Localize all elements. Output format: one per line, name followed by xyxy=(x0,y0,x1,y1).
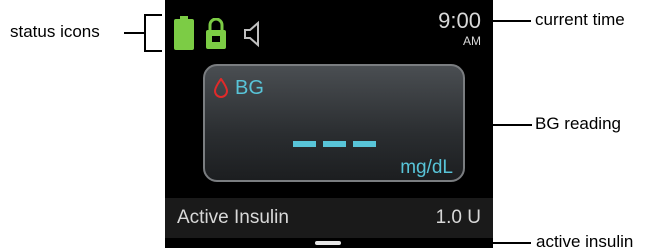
time-value: 9:00 xyxy=(438,8,481,33)
leader-line-active-insulin xyxy=(493,242,531,244)
bg-units: mg/dL xyxy=(400,157,453,178)
bg-dash-3 xyxy=(353,141,376,147)
status-bar: 9:00 AM xyxy=(165,0,493,58)
active-insulin-row[interactable]: Active Insulin 1.0 U xyxy=(165,198,493,238)
bracket-status-bottom xyxy=(144,50,162,52)
active-insulin-value: 1.0 U xyxy=(435,207,481,228)
leader-line-time xyxy=(493,20,531,22)
callout-active-insulin: active insulin xyxy=(536,232,634,251)
bg-reading-card[interactable]: BG mg/dL xyxy=(203,64,465,182)
callout-current-time: current time xyxy=(535,10,625,29)
battery-icon xyxy=(174,16,194,50)
bg-label: BG xyxy=(235,77,264,99)
callout-status-icons: status icons xyxy=(10,22,100,41)
device-screen: 9:00 AM BG mg/dL Active Insulin 1.0 U xyxy=(165,0,493,248)
callout-bg-reading: BG reading xyxy=(535,114,621,133)
speaker-icon xyxy=(244,20,259,48)
time-ampm: AM xyxy=(463,34,481,48)
bg-dash-2 xyxy=(323,141,346,147)
lock-icon xyxy=(206,18,226,49)
blood-drop-icon xyxy=(214,78,228,98)
bg-dash-1 xyxy=(293,141,316,147)
bracket-status-top xyxy=(144,14,162,16)
current-time: 9:00 AM xyxy=(438,8,481,49)
leader-line-status xyxy=(124,32,144,34)
bracket-status xyxy=(144,14,146,52)
home-indicator[interactable] xyxy=(315,241,341,245)
active-insulin-label: Active Insulin xyxy=(177,207,289,228)
